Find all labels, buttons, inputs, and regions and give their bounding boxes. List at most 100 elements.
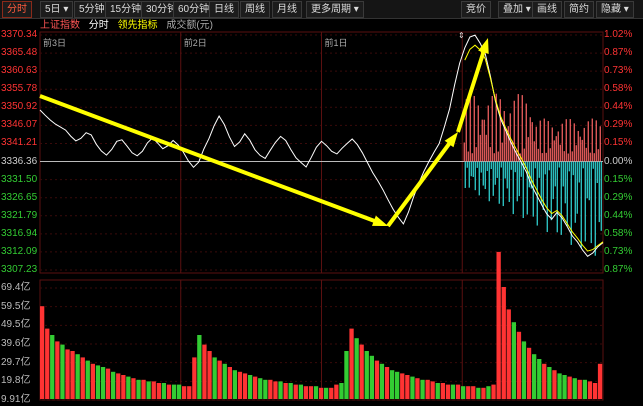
volume-bar: [197, 335, 202, 399]
volume-bar: [263, 379, 268, 399]
volume-bar: [577, 379, 582, 399]
volume-bar: [242, 373, 248, 399]
volume-bar: [395, 371, 400, 399]
volume-bar: [486, 386, 491, 399]
volume-bar: [582, 379, 587, 399]
volume-bar: [415, 378, 420, 399]
volume-bar: [126, 376, 131, 399]
volume-bar: [339, 383, 344, 399]
volume-bar: [303, 386, 308, 399]
volume-bar: [50, 335, 55, 399]
volume-bar: [227, 367, 232, 399]
volume-bar: [40, 306, 45, 399]
volume-bar: [60, 344, 65, 399]
volume-bar: [131, 378, 136, 399]
trend-arrow-peak: [456, 38, 489, 133]
volume-bar: [80, 357, 85, 399]
volume-bar: [481, 387, 486, 399]
volume-bar: [116, 373, 121, 399]
volume-bar: [192, 357, 197, 399]
volume-bar: [45, 328, 50, 399]
volume-bar: [359, 344, 364, 399]
volume-bar: [166, 384, 172, 399]
volume-bar: [547, 367, 552, 399]
volume-bar: [258, 378, 263, 399]
volume-bar: [334, 384, 339, 399]
volume-bar: [151, 381, 156, 399]
volume-bar: [430, 381, 435, 399]
volume-bar: [400, 373, 405, 399]
volume-bar: [217, 360, 222, 399]
volume-bar: [476, 387, 481, 399]
volume-bar: [526, 347, 532, 399]
volume-bar: [435, 383, 440, 399]
volume-bar: [501, 287, 506, 399]
volume-bar: [65, 349, 70, 399]
volume-bar: [298, 384, 303, 399]
volume-bar: [532, 354, 537, 399]
volume-bar: [222, 363, 227, 399]
volume-bar: [111, 371, 116, 399]
volume-bar: [85, 360, 90, 399]
volume-bar: [146, 381, 151, 399]
peak-marker: ⇕: [458, 31, 465, 40]
volume-bar: [344, 351, 349, 399]
volume-bar: [390, 370, 395, 399]
intraday-chart[interactable]: ⇕: [0, 0, 643, 406]
volume-bar: [466, 386, 471, 399]
volume-bar: [587, 381, 593, 399]
volume-bar: [324, 387, 329, 399]
volume-bar: [283, 383, 288, 399]
volume-bar: [207, 351, 212, 399]
volume-bar: [496, 251, 501, 399]
volume-bar: [121, 375, 126, 399]
volume-bar: [597, 363, 603, 399]
volume-bar: [176, 384, 182, 399]
volume-bar: [171, 384, 177, 399]
volume-bar: [420, 379, 425, 399]
volume-bar: [349, 328, 354, 399]
volume-bar: [516, 331, 522, 399]
volume-bar: [521, 341, 527, 399]
volume-bar: [572, 378, 577, 399]
volume-bar: [212, 357, 217, 399]
volume-bar: [182, 386, 187, 399]
volume-bar: [105, 368, 111, 399]
volume-bar: [567, 376, 572, 399]
volume-bar: [156, 383, 161, 399]
volume-bar: [364, 351, 369, 399]
volume-bar: [288, 383, 293, 399]
volume-bar: [253, 376, 258, 399]
volume-bar: [136, 379, 141, 399]
volume-bar: [161, 383, 166, 399]
volume-bar: [232, 370, 237, 399]
volume-bar: [248, 375, 253, 399]
volume-bar: [237, 371, 243, 399]
volume-bar: [95, 365, 101, 399]
volume-bar: [552, 370, 557, 399]
volume-bar: [461, 386, 466, 399]
volume-bar: [55, 341, 60, 399]
volume-bar: [374, 360, 380, 399]
volume-bar: [141, 379, 146, 399]
volume-bar: [562, 375, 567, 399]
volume-bar: [319, 387, 324, 399]
volume-bar: [354, 338, 359, 399]
volume-bar: [313, 386, 319, 399]
volume-bar: [506, 309, 511, 399]
volume-bar: [75, 354, 80, 399]
volume-bar: [450, 384, 456, 399]
volume-bar: [90, 363, 95, 399]
volume-bar: [511, 322, 516, 399]
volume-bar: [293, 384, 298, 399]
volume-bar: [369, 355, 374, 399]
volume-bar: [455, 384, 461, 399]
volume-bar: [100, 367, 106, 399]
volume-bar: [308, 386, 314, 399]
volume-bar: [557, 373, 562, 399]
volume-bar: [70, 351, 75, 399]
volume-bar: [379, 363, 385, 399]
volume-bar: [329, 387, 334, 399]
volume-bar: [440, 383, 445, 399]
volume-bar: [202, 344, 207, 399]
